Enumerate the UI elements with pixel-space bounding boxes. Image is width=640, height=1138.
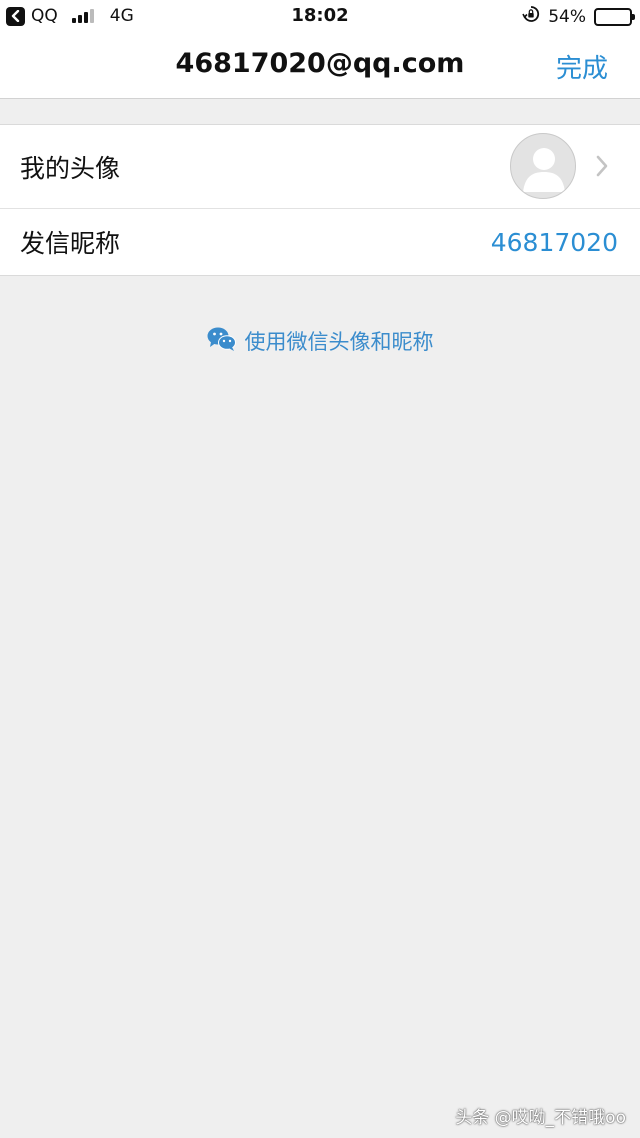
signal-icon (71, 9, 94, 23)
status-left: QQ 4G (0, 6, 134, 26)
nav-bar: 46817020@qq.com 完成 (0, 32, 640, 99)
nickname-row[interactable]: 发信昵称 46817020 (0, 208, 640, 275)
watermark: 头条 @哎呦_不错哦oo (455, 1108, 626, 1128)
battery-percent: 54% (548, 6, 586, 27)
rotation-lock-icon (522, 5, 540, 28)
status-bar: QQ 4G 18:02 54% (0, 0, 640, 32)
avatar-placeholder-icon[interactable] (510, 133, 576, 199)
back-to-app-icon[interactable] (6, 6, 25, 26)
wechat-icon (207, 326, 237, 356)
nickname-row-label: 发信昵称 (20, 229, 121, 258)
chevron-right-icon (596, 155, 608, 181)
avatar-row[interactable]: 我的头像 (0, 125, 640, 208)
back-app-label[interactable]: QQ (31, 6, 58, 26)
network-type: 4G (109, 6, 134, 26)
nickname-value[interactable]: 46817020 (491, 228, 618, 257)
profile-settings-group: 我的头像 发信昵称 46817020 (0, 124, 640, 276)
done-button[interactable]: 完成 (556, 48, 608, 85)
use-wechat-profile-link[interactable]: 使用微信头像和昵称 (0, 326, 640, 356)
battery-icon (594, 7, 635, 26)
use-wechat-profile-label: 使用微信头像和昵称 (244, 330, 434, 354)
avatar-row-label: 我的头像 (20, 153, 121, 183)
page-title: 46817020@qq.com (175, 48, 465, 79)
status-right: 54% (522, 5, 635, 28)
